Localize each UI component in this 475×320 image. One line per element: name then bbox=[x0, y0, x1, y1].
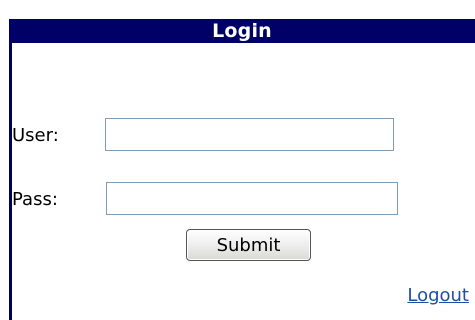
user-label: User: bbox=[12, 125, 59, 146]
pass-label: Pass: bbox=[12, 189, 58, 210]
submit-button[interactable]: Submit bbox=[186, 229, 311, 261]
logout-link[interactable]: Logout bbox=[407, 285, 469, 306]
login-panel: Login User: Pass: Submit Logout bbox=[9, 19, 475, 320]
pass-input[interactable] bbox=[106, 182, 398, 215]
login-title: Login bbox=[9, 19, 475, 43]
user-input[interactable] bbox=[105, 118, 394, 151]
